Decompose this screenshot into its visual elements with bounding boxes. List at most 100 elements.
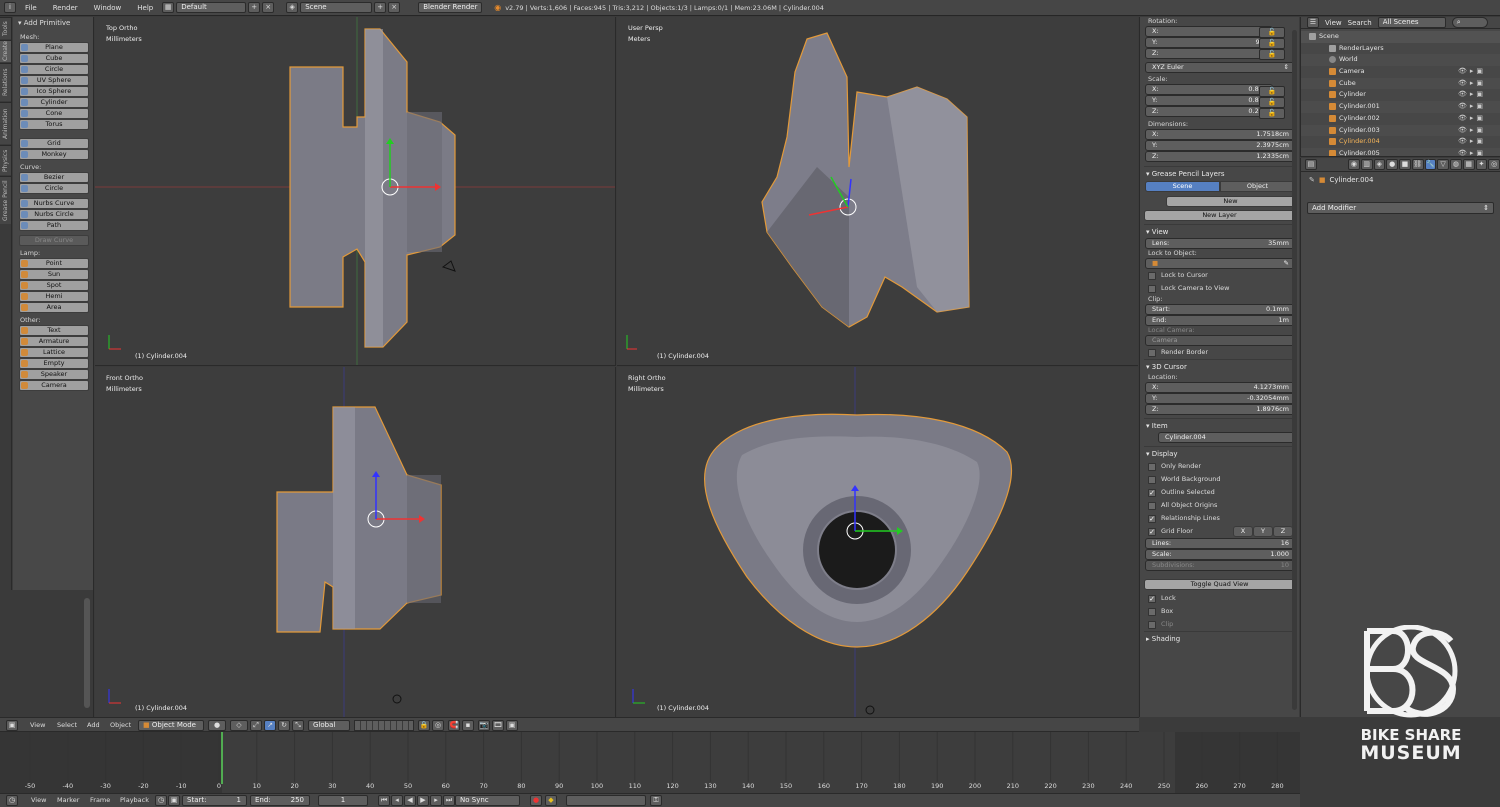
material-tab-icon[interactable]: ◍ xyxy=(1450,159,1462,170)
view3d-object-menu[interactable]: Object xyxy=(110,720,131,730)
render-engine-selector[interactable]: Blender Render xyxy=(418,2,483,13)
particles-tab-icon[interactable]: ✦ xyxy=(1475,159,1488,170)
lock-object-field[interactable]: ■ ✎ xyxy=(1145,258,1295,269)
quad-lock-checkbox[interactable]: ✓ Lock xyxy=(1144,592,1295,605)
grid-axis-y-toggle[interactable]: Y xyxy=(1253,526,1273,537)
remove-layout-icon[interactable]: × xyxy=(262,2,275,13)
physics-tab-icon[interactable]: ◎ xyxy=(1488,159,1500,170)
visibility-toggles[interactable]: 👁▸▣ xyxy=(1458,125,1486,137)
menu-render[interactable]: Render xyxy=(46,4,85,12)
all-object-origins-checkbox[interactable]: All Object Origins xyxy=(1144,499,1295,512)
dimension-z-field[interactable]: Z: 1.2335cm xyxy=(1145,151,1295,162)
grid-floor-checkbox[interactable]: ✓ Grid Floor X Y Z xyxy=(1144,525,1295,538)
outline-selected-checkbox[interactable]: ✓ Outline Selected xyxy=(1144,486,1295,499)
properties-editor-icon[interactable]: ▤ xyxy=(1305,159,1317,170)
grid-lines-field[interactable]: Lines: 16 xyxy=(1145,538,1295,549)
outliner-editor-icon[interactable]: ☰ xyxy=(1307,17,1319,28)
menu-file[interactable]: File xyxy=(18,4,44,12)
layout-selector[interactable]: Default xyxy=(176,2,247,13)
world-tab-icon[interactable]: ● xyxy=(1386,159,1398,170)
outliner-filter-selector[interactable]: All Scenes xyxy=(1377,17,1446,28)
add-hemi-lamp-button[interactable]: Hemi xyxy=(19,291,89,302)
add-spot-lamp-button[interactable]: Spot xyxy=(19,280,89,291)
display-panel-header[interactable]: ▾ Display xyxy=(1144,446,1295,460)
viewport-right-ortho[interactable]: Right Ortho Millimeters (1) Cylinder.004 xyxy=(617,367,1138,717)
timeline-marker-menu[interactable]: Marker xyxy=(57,795,79,805)
add-camera-button[interactable]: Camera xyxy=(19,380,89,391)
add-grid-button[interactable]: Grid xyxy=(19,138,89,149)
lens-field[interactable]: Lens: 35mm xyxy=(1145,238,1295,249)
world-background-checkbox[interactable]: World Background xyxy=(1144,473,1295,486)
render-layers-tab-icon[interactable]: ▥ xyxy=(1360,159,1373,170)
add-area-lamp-button[interactable]: Area xyxy=(19,302,89,313)
visibility-toggles[interactable]: 👁▸▣ xyxy=(1458,113,1486,125)
modifiers-tab-icon[interactable]: 🔧 xyxy=(1424,159,1437,170)
dimension-x-field[interactable]: X: 1.7518cm xyxy=(1145,129,1295,140)
lock-icon[interactable]: 🔓 xyxy=(1259,97,1285,108)
menu-help[interactable]: Help xyxy=(130,4,160,12)
lock-icon[interactable]: 🔓 xyxy=(1259,49,1285,60)
quad-box-checkbox[interactable]: Box xyxy=(1144,605,1295,618)
add-scene-icon[interactable]: + xyxy=(374,2,387,13)
scene-tab-icon[interactable]: ◈ xyxy=(1373,159,1386,170)
properties-scrollbar[interactable] xyxy=(1292,30,1297,710)
constraints-tab-icon[interactable]: ⛓ xyxy=(1411,159,1424,170)
cursor-x-field[interactable]: X: 4.1273mm xyxy=(1145,382,1295,393)
add-speaker-button[interactable]: Speaker xyxy=(19,369,89,380)
outliner-row-cylinder-005[interactable]: Cylinder.005 👁▸▣ xyxy=(1301,147,1500,156)
editor-type-icon[interactable]: i xyxy=(4,2,16,13)
clip-end-field[interactable]: End: 1m xyxy=(1145,315,1295,326)
transform-orientation-selector[interactable]: Global xyxy=(308,720,350,731)
lock-icon[interactable]: 🔓 xyxy=(1259,86,1285,97)
insert-keyframe-icon[interactable]: ⚿ xyxy=(650,795,662,806)
keying-icon[interactable]: ▣ xyxy=(168,795,180,806)
outliner-row-cylinder-004[interactable]: Cylinder.004 👁▸▣ xyxy=(1301,136,1500,148)
play-icon[interactable]: ▶ xyxy=(417,795,429,806)
visibility-toggles[interactable]: 👁▸▣ xyxy=(1458,89,1486,101)
add-bezier-button[interactable]: Bezier xyxy=(19,172,89,183)
add-sun-lamp-button[interactable]: Sun xyxy=(19,269,89,280)
lock-icon[interactable]: 🔓 xyxy=(1259,27,1285,38)
outliner-row-cylinder-001[interactable]: Cylinder.001 👁▸▣ xyxy=(1301,101,1500,113)
record-icon[interactable]: ● xyxy=(530,795,542,806)
tab-grease-pencil[interactable]: Grease Pencil xyxy=(0,176,11,224)
toggle-quad-view-button[interactable]: Toggle Quad View xyxy=(1144,579,1295,590)
view3d-select-menu[interactable]: Select xyxy=(57,720,77,730)
visibility-toggles[interactable]: 👁▸▣ xyxy=(1458,148,1486,156)
scene-selector[interactable]: Scene xyxy=(300,2,373,13)
scale-manipulator-icon[interactable]: ⤡ xyxy=(292,720,304,731)
scale-z-field[interactable]: Z: 0.260 xyxy=(1145,106,1273,117)
pin-icon[interactable]: ✎ xyxy=(1309,176,1315,184)
3d-cursor-panel-header[interactable]: ▾ 3D Cursor xyxy=(1144,359,1295,373)
add-cylinder-button[interactable]: Cylinder xyxy=(19,97,89,108)
keyframe-type-icon[interactable]: ◆ xyxy=(545,795,557,806)
grid-subdivisions-field[interactable]: Subdivisions: 10 xyxy=(1145,560,1295,571)
relationship-lines-checkbox[interactable]: ✓ Relationship Lines xyxy=(1144,512,1295,525)
outliner-row-cube[interactable]: Cube 👁▸▣ xyxy=(1301,77,1500,90)
remove-scene-icon[interactable]: × xyxy=(388,2,401,13)
add-lattice-button[interactable]: Lattice xyxy=(19,347,89,358)
outliner-row-cylinder[interactable]: Cylinder 👁▸▣ xyxy=(1301,89,1500,101)
add-layout-icon[interactable]: + xyxy=(248,2,261,13)
visibility-toggles[interactable]: 👁▸▣ xyxy=(1458,136,1486,148)
tab-tools[interactable]: Tools xyxy=(0,17,11,39)
add-point-lamp-button[interactable]: Point xyxy=(19,258,89,269)
outliner-view-menu[interactable]: View xyxy=(1325,19,1342,27)
scene-icon[interactable]: ◈ xyxy=(286,2,299,13)
opengl-anim-icon[interactable]: 🎞 xyxy=(492,720,504,731)
view-panel-header[interactable]: ▾ View xyxy=(1144,224,1295,238)
keying-set-field[interactable] xyxy=(566,795,646,806)
preview-range-icon[interactable]: ◷ xyxy=(155,795,167,806)
add-cube-button[interactable]: Cube xyxy=(19,53,89,64)
scale-x-field[interactable]: X: 0.889 xyxy=(1145,84,1273,95)
next-keyframe-icon[interactable]: ▸ xyxy=(430,795,442,806)
snap-element-icon[interactable]: ▪ xyxy=(462,720,474,731)
lock-icon[interactable]: 🔓 xyxy=(1259,108,1285,119)
lock-to-cursor-checkbox[interactable]: Lock to Cursor xyxy=(1144,269,1295,282)
tab-physics[interactable]: Physics xyxy=(0,145,11,175)
viewport-top-ortho[interactable]: Top Ortho Millimeters (1) Cylinder.004 xyxy=(95,17,616,366)
end-frame-field[interactable]: End: 250 xyxy=(250,795,310,806)
timeline-playback-menu[interactable]: Playback xyxy=(120,795,149,805)
outliner-search-menu[interactable]: Search xyxy=(1348,19,1372,27)
add-cone-button[interactable]: Cone xyxy=(19,108,89,119)
